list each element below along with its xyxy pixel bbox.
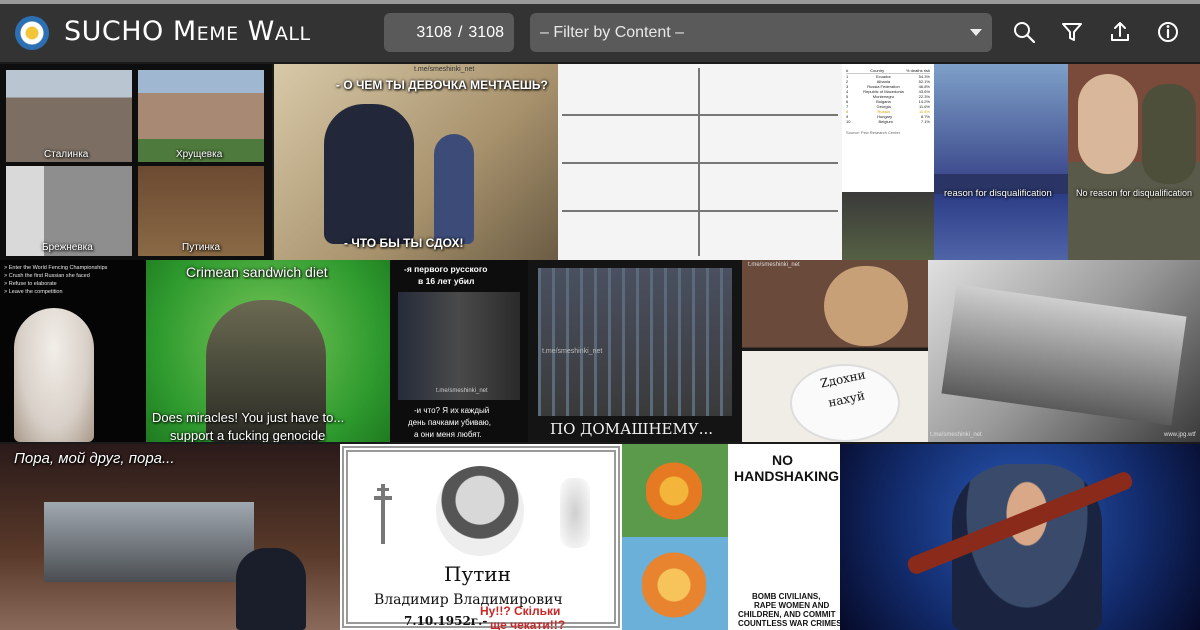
meme-tile-pora[interactable]: Пора, мой друг, пора... [0,444,340,630]
meme-tile-housing[interactable]: Сталинка Хрущевка Брежневка Путинка [0,64,272,260]
photo-soldiers [842,192,934,260]
filter-placeholder: – Filter by Content – [540,23,685,41]
photo-party-man [824,266,908,346]
caption-bottom-4: COUNTLESS WAR CRIMES [738,619,840,628]
search-icon[interactable] [1010,18,1038,46]
caption-top-1: -я первого русского [404,264,488,274]
angel-icon [560,478,590,548]
photo-prison-cell [538,268,732,416]
meme-tile-warrior[interactable] [840,444,1200,630]
photo-fencer [14,308,94,442]
greentext: > Enter the World Fencing Championships … [4,265,108,295]
meme-tile-no-reason[interactable]: No reason for disqualification [1068,64,1200,260]
table-row: 10 Belgium 7.1% [846,119,930,124]
caption-bottom-1: Does miracles! You just have to... [152,410,345,425]
meme-tile-birthday-cake[interactable]: t.me/smeshinki_net Zдохни нахуй [742,260,928,442]
meme-tile-cartoon[interactable] [622,444,728,630]
comic-panels [562,68,838,256]
meme-tile-prison[interactable]: t.me/smeshinki_net ПО ДОМАШНЕМУ... [528,260,742,442]
dropdown-caret-icon [970,29,982,36]
caption-top-1: NO [772,452,793,468]
meme-tile-obituary[interactable]: Путин Владимир Владимирович 7.10.1952г.-… [340,444,622,630]
caption-bottom-2: день пачками убиваю, [408,418,491,427]
caption-no-reason: No reason for disqualification [1076,188,1193,198]
caption: ПО ДОМАШНЕМУ... [550,420,714,438]
photo-fencing-arena [934,64,1068,174]
caption-bottom-3: CHILDREN, AND COMMIT [738,610,836,619]
photo-two-men [398,292,520,400]
portrait [436,466,524,556]
table-source: Source: Pew Research Center [846,130,901,135]
meme-tile-comic-strip[interactable] [558,64,842,260]
orthodox-cross-icon [374,484,392,544]
label-hrushevka: Хрущевка [176,149,223,160]
overlay-1: Ну!!? Скільки [480,604,561,618]
watermark: t.me/smeshinki_net [542,348,603,355]
caption-top: - О ЧЕМ ТЫ ДЕВОЧКА МЕЧТАЕШЬ? [336,78,548,92]
photo-flower-1 [646,454,702,528]
photo-man [236,548,306,630]
info-icon[interactable] [1154,18,1182,46]
meme-tile-putin-girl[interactable]: t.me/smeshinki_net - О ЧЕМ ТЫ ДЕВОЧКА МЕ… [274,64,558,260]
caption-bottom-1: BOMB CIVILIANS, [752,592,821,601]
photo-figure-man [324,104,414,244]
caption-top-2: в 16 лет убил [418,276,475,286]
meme-counter: 3108 / 3108 [384,13,514,52]
corner-watermark: www.jpg.wtf [1164,432,1196,438]
watermark: t.me/smeshinki_net [748,262,800,268]
photo-flower-2 [642,548,706,622]
meme-wall-grid: Сталинка Хрущевка Брежневка Путинка t.me… [0,62,1200,630]
overlay-2: ще чекати!!? [490,618,566,630]
meme-tile-fencer[interactable]: > Enter the World Fencing Championships … [0,260,146,442]
caption-bottom-2: support a fucking genocide [170,428,326,442]
meme-tile-crimean-sandwich[interactable]: Crimean sandwich diet Does miracles! You… [146,260,390,442]
risk-table: # Country % deaths risk 1 Ecuador 54.3% 2A… [846,68,930,135]
photo-coffin [941,284,1187,426]
counter-current: 3108 [416,23,452,41]
meme-tile-kadyrov[interactable]: -я первого русского в 16 лет убил t.me/s… [390,260,528,442]
meme-tile-fencing-disqualification[interactable]: reason for disqualification [934,64,1068,260]
photo-soldier [1142,84,1196,184]
counter-total: 3108 [468,23,504,41]
photo-selfie [1078,74,1138,174]
sucho-logo[interactable] [15,16,49,50]
meme-tile-death-risk-table[interactable]: # Country % deaths risk 1 Ecuador 54.3% 2A… [842,64,934,260]
label-brezhnevka: Брежневка [42,242,93,253]
caption-bottom: - ЧТО БЫ ТЫ СДОХ! [344,236,464,250]
watermark: t.me/smeshinki_net [436,388,488,394]
watermark: t.me/smeshinki_net [414,66,475,73]
app-title[interactable]: SUCHO Meme Wall [64,16,311,47]
caption-top: Crimean sandwich diet [186,264,328,280]
caption-reason: reason for disqualification [944,188,1052,199]
caption: Пора, мой друг, пора... [14,450,175,467]
app-header: SUCHO Meme Wall 3108 / 3108 – Filter by … [0,4,1200,62]
label-putinka: Путинка [182,242,221,253]
obituary-date: 7.10.1952г.- [404,614,488,628]
photo-fencing-piste [934,194,1068,260]
watermark: t.me/smeshinki_net [930,432,982,438]
content-filter-select[interactable]: – Filter by Content – [530,13,992,52]
caption-top-2: HANDSHAKING [734,468,839,484]
caption-bottom-3: а они меня любят. [414,430,482,439]
label-stalinka: Сталинка [44,149,89,160]
photo-sarcophagus [44,502,254,582]
filter-icon[interactable] [1058,18,1086,46]
caption-bottom-2: RAPE WOMEN AND [754,601,830,610]
counter-separator: / [457,23,463,41]
meme-tile-coffin-bw[interactable]: t.me/smeshinki_net www.jpg.wtf [928,260,1200,442]
upload-icon[interactable] [1106,18,1134,46]
caption-bottom-1: -и что? Я их каждый [414,406,490,415]
photo-figure-girl [434,134,474,244]
meme-tile-no-handshaking[interactable]: NO HANDSHAKING BOMB CIVILIANS, RAPE WOME… [728,444,840,630]
obituary-name: Путин [444,562,511,586]
